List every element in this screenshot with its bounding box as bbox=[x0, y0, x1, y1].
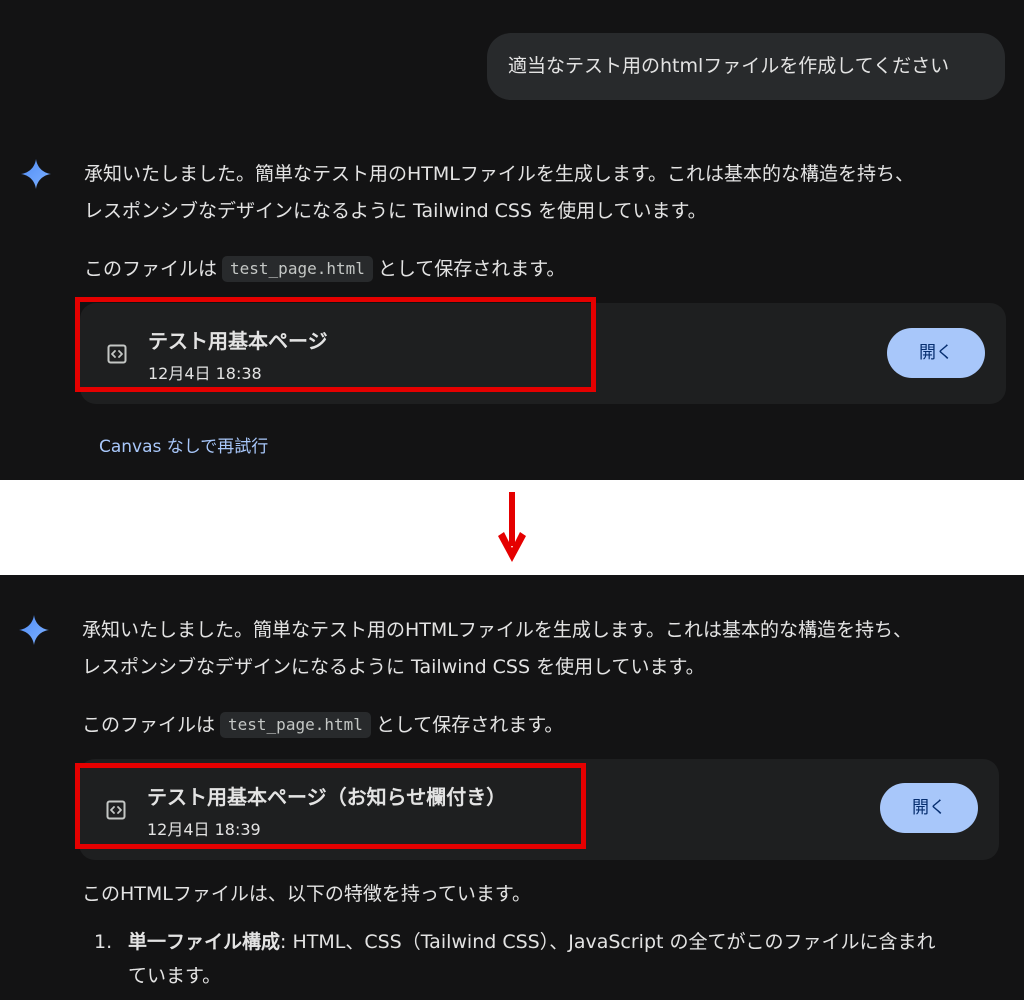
chat-panel-after: 承知いたしました。簡単なテスト用のHTMLファイルを生成します。これは基本的な構… bbox=[0, 575, 1024, 1000]
filename-code: test_page.html bbox=[222, 256, 373, 282]
save-info-prefix: このファイルは bbox=[82, 714, 216, 736]
response-text-line-2: レスポンシブなデザインになるように Tailwind CSS を使用しています。 bbox=[84, 200, 707, 222]
response-text-line-2: レスポンシブなデザインになるように Tailwind CSS を使用しています。 bbox=[82, 656, 705, 678]
save-info-suffix: として保存されます。 bbox=[377, 258, 566, 280]
feature-title: 単一ファイル構成 bbox=[128, 931, 281, 953]
save-info-text: このファイルは test_page.html として保存されます。 bbox=[84, 251, 565, 288]
chat-panel-before: 適当なテスト用のhtmlファイルを作成してください 承知いたしました。簡単なテス… bbox=[0, 0, 1024, 480]
gemini-sparkle-icon bbox=[19, 615, 49, 645]
response-text-line-1: 承知いたしました。簡単なテスト用のHTMLファイルを生成します。これは基本的な構… bbox=[84, 163, 914, 185]
list-item: 1. 単一ファイル構成: HTML、CSS（Tailwind CSS）、Java… bbox=[94, 925, 1024, 995]
list-number: 1. bbox=[94, 931, 113, 953]
retry-without-canvas-link[interactable]: Canvas なしで再試行 bbox=[99, 432, 268, 457]
highlight-box bbox=[75, 297, 596, 392]
user-message-bubble: 適当なテスト用のhtmlファイルを作成してください bbox=[487, 33, 1005, 100]
list-body: 単一ファイル構成: HTML、CSS（Tailwind CSS）、JavaScr… bbox=[128, 925, 936, 959]
save-info-prefix: このファイルは bbox=[84, 258, 218, 280]
feature-text-continued: ています。 bbox=[128, 965, 222, 987]
highlight-box bbox=[75, 763, 586, 849]
open-button[interactable]: 開く bbox=[887, 328, 985, 378]
save-info-suffix: として保存されます。 bbox=[375, 714, 564, 736]
open-button[interactable]: 開く bbox=[880, 783, 978, 833]
down-arrow-icon bbox=[496, 492, 528, 564]
response-text-line-1: 承知いたしました。簡単なテスト用のHTMLファイルを生成します。これは基本的な構… bbox=[82, 619, 912, 641]
save-info-text: このファイルは test_page.html として保存されます。 bbox=[82, 707, 563, 744]
gemini-sparkle-icon bbox=[21, 159, 51, 189]
feature-text: : HTML、CSS（Tailwind CSS）、JavaScript の全てが… bbox=[280, 931, 936, 953]
features-intro: このHTMLファイルは、以下の特徴を持っています。 bbox=[82, 883, 532, 905]
filename-code: test_page.html bbox=[220, 712, 371, 738]
